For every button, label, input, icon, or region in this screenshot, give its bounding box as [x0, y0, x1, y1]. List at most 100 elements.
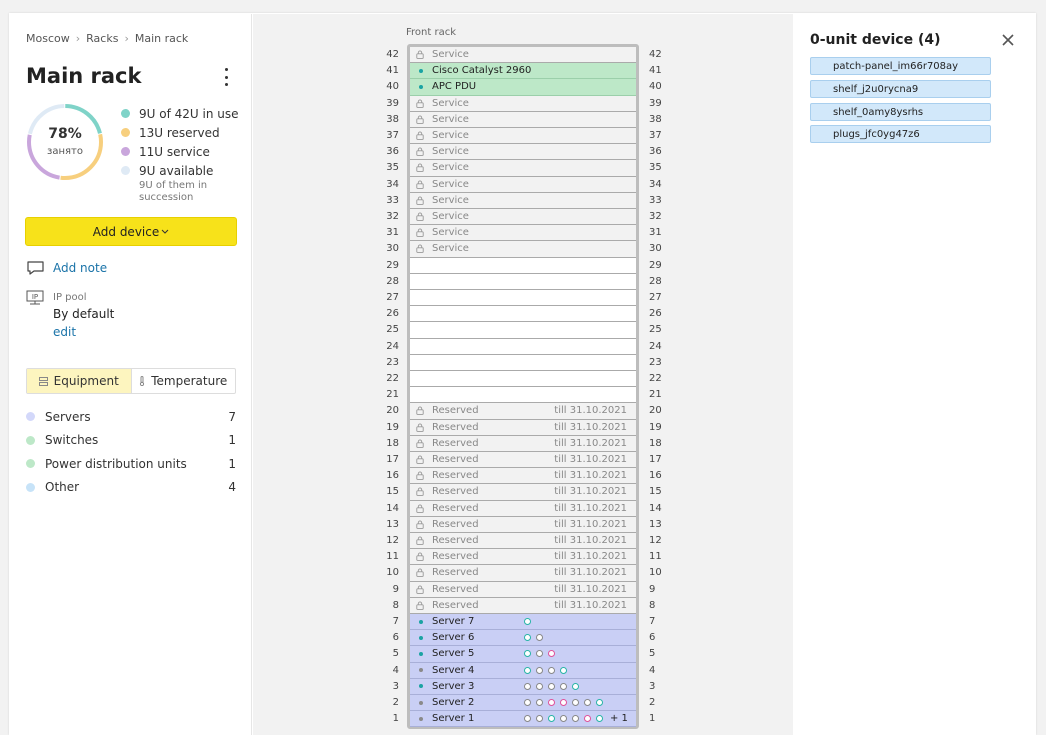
port-icon[interactable]: [572, 715, 579, 723]
rack-unit-reserved[interactable]: Reserved till 31.10.2021: [410, 419, 636, 436]
device-label: Server 5: [432, 648, 475, 660]
rack-unit-service[interactable]: Service: [410, 128, 636, 145]
rack-unit-server[interactable]: Server 6: [410, 630, 636, 647]
port-icon[interactable]: [560, 715, 567, 723]
rack-unit-server[interactable]: Server 2: [410, 695, 636, 712]
rack-unit-service[interactable]: Service: [410, 95, 636, 112]
rack-unit-switch[interactable]: APC PDU: [410, 79, 636, 96]
ip-pool-edit-link[interactable]: edit: [53, 325, 76, 339]
port-icon[interactable]: [536, 715, 543, 723]
rack-unit-reserved[interactable]: Reserved till 31.10.2021: [410, 452, 636, 469]
tab-equipment[interactable]: Equipment: [27, 369, 132, 393]
port-icon[interactable]: [524, 618, 531, 626]
rack-unit-service[interactable]: Service: [410, 192, 636, 209]
zero-unit-device[interactable]: patch-panel_im66r708ay: [810, 57, 991, 75]
rack-unit-reserved[interactable]: Reserved till 31.10.2021: [410, 435, 636, 452]
port-icon[interactable]: [536, 650, 543, 658]
tab-temperature[interactable]: Temperature: [132, 369, 236, 393]
port-icon[interactable]: [548, 699, 555, 707]
rack-unit-server[interactable]: Server 5: [410, 646, 636, 663]
port-icon[interactable]: [572, 682, 579, 690]
close-icon[interactable]: [1001, 33, 1015, 47]
rack-unit-server[interactable]: Server 3: [410, 678, 636, 695]
unit-label: Reserved: [432, 421, 479, 433]
port-icon[interactable]: [524, 715, 531, 723]
rack-unit-service[interactable]: Service: [410, 144, 636, 161]
rack-unit-reserved[interactable]: Reserved till 31.10.2021: [410, 565, 636, 582]
rack-unit-empty[interactable]: [410, 354, 636, 371]
rack-unit-empty[interactable]: [410, 322, 636, 339]
port-icon[interactable]: [524, 666, 531, 674]
lock-icon: [416, 552, 424, 562]
rack-unit-service[interactable]: Service: [410, 225, 636, 242]
rack-unit-service[interactable]: Service: [410, 241, 636, 258]
rack-unit-server[interactable]: Server 7: [410, 614, 636, 631]
rack-unit-reserved[interactable]: Reserved till 31.10.2021: [410, 533, 636, 550]
port-icon[interactable]: [548, 666, 555, 674]
port-icon[interactable]: [584, 715, 591, 723]
unit-number-left: 32: [386, 211, 399, 222]
rack-unit-reserved[interactable]: Reserved till 31.10.2021: [410, 581, 636, 598]
add-device-button[interactable]: Add device: [25, 217, 237, 246]
rack-unit-service[interactable]: Service: [410, 209, 636, 226]
rack-unit-empty[interactable]: [410, 306, 636, 323]
rack-unit-service[interactable]: Service: [410, 47, 636, 64]
port-icon[interactable]: [596, 699, 603, 707]
category-other[interactable]: Other 4: [26, 476, 236, 500]
port-icon[interactable]: [548, 715, 555, 723]
rack-unit-empty[interactable]: [410, 290, 636, 307]
rack-unit-server[interactable]: Server 1 + 1: [410, 711, 636, 728]
rack-unit-reserved[interactable]: Reserved till 31.10.2021: [410, 597, 636, 614]
port-icon[interactable]: [560, 666, 567, 674]
rack-unit-reserved[interactable]: Reserved till 31.10.2021: [410, 516, 636, 533]
port-icon[interactable]: [536, 634, 543, 642]
port-icon[interactable]: [584, 699, 591, 707]
port-icon[interactable]: [548, 650, 555, 658]
port-icon[interactable]: [524, 682, 531, 690]
breadcrumb-moscow[interactable]: Moscow: [26, 32, 70, 45]
rack-unit-switch[interactable]: Cisco Catalyst 2960: [410, 63, 636, 80]
port-icon[interactable]: [596, 715, 603, 723]
port-icon[interactable]: [572, 699, 579, 707]
breadcrumb-racks[interactable]: Racks: [86, 32, 118, 45]
rack-unit-service[interactable]: Service: [410, 176, 636, 193]
zero-unit-device[interactable]: shelf_0amy8ysrhs: [810, 103, 991, 121]
category-switches[interactable]: Switches 1: [26, 429, 236, 453]
lock-icon: [416, 50, 424, 59]
port-icon[interactable]: [560, 699, 567, 707]
rack-unit-empty[interactable]: [410, 273, 636, 290]
rack-unit-empty[interactable]: [410, 387, 636, 404]
port-icon[interactable]: [548, 682, 555, 690]
unit-label: Service: [432, 178, 469, 190]
more-options-icon[interactable]: [220, 68, 232, 86]
port-icon[interactable]: [536, 666, 543, 674]
port-icon[interactable]: [560, 682, 567, 690]
rack-unit-service[interactable]: Service: [410, 111, 636, 128]
reserved-until: till 31.10.2021: [554, 583, 627, 595]
rack-unit-reserved[interactable]: Reserved till 31.10.2021: [410, 403, 636, 420]
unit-number-left: 18: [386, 437, 399, 449]
rack-unit-service[interactable]: Service: [410, 160, 636, 177]
rack-unit-reserved[interactable]: Reserved till 31.10.2021: [410, 500, 636, 517]
more-ports-count[interactable]: + 1: [610, 713, 628, 724]
port-icon[interactable]: [524, 699, 531, 707]
rack-unit-reserved[interactable]: Reserved till 31.10.2021: [410, 484, 636, 501]
zero-unit-device[interactable]: shelf_j2u0rycna9: [810, 80, 991, 98]
rack-unit-server[interactable]: Server 4: [410, 662, 636, 679]
rack-unit-empty[interactable]: [410, 371, 636, 388]
zero-unit-device[interactable]: plugs_jfc0yg47z6: [810, 125, 991, 143]
category-servers[interactable]: Servers 7: [26, 405, 236, 429]
port-icon[interactable]: [524, 650, 531, 658]
category-pdu[interactable]: Power distribution units 1: [26, 452, 236, 476]
reserved-until: till 31.10.2021: [554, 551, 627, 563]
rack-unit-reserved[interactable]: Reserved till 31.10.2021: [410, 549, 636, 566]
rack-unit-empty[interactable]: [410, 257, 636, 274]
rack-unit-reserved[interactable]: Reserved till 31.10.2021: [410, 468, 636, 485]
port-icon[interactable]: [536, 682, 543, 690]
add-note-link[interactable]: Add note: [26, 260, 107, 276]
port-icon[interactable]: [536, 699, 543, 707]
legend-reserved: 13U reserved: [121, 123, 239, 142]
rack-unit-empty[interactable]: [410, 338, 636, 355]
equipment-categories: Servers 7 Switches 1 Power distribution un…: [26, 405, 236, 499]
port-icon[interactable]: [524, 634, 531, 642]
